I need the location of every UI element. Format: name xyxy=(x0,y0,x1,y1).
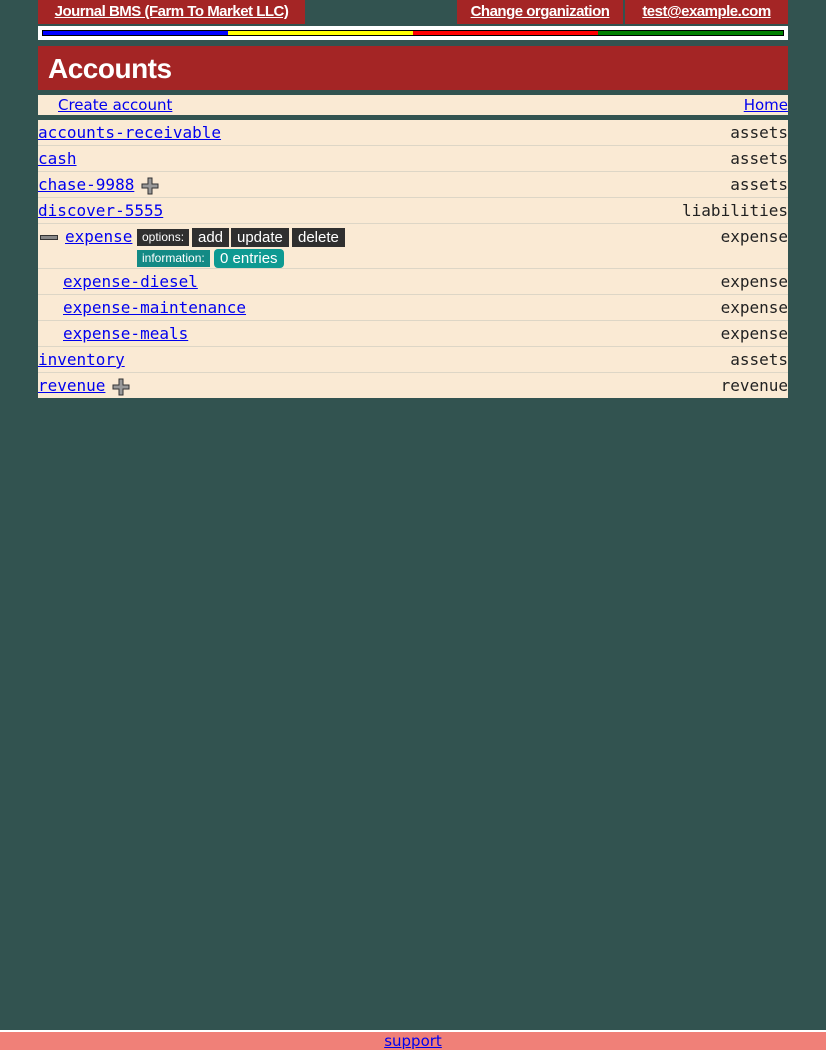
account-row: cash assets xyxy=(38,146,788,172)
expand-plus-icon[interactable] xyxy=(141,177,159,195)
accounts-list: accounts-receivable assets cash assets c… xyxy=(38,120,788,398)
top-bar: Journal BMS (Farm To Market LLC) Change … xyxy=(38,0,788,24)
home-link[interactable]: Home xyxy=(744,95,788,115)
account-row-expanded: expense options: add update delete infor… xyxy=(38,224,788,269)
color-stripe-inner xyxy=(42,30,784,36)
account-row: expense-maintenance expense xyxy=(38,295,788,321)
account-link[interactable]: revenue xyxy=(38,375,105,397)
delete-button[interactable]: delete xyxy=(292,228,345,247)
account-row: chase-9988 assets xyxy=(38,172,788,198)
create-account-link[interactable]: Create account xyxy=(58,95,172,115)
account-type: revenue xyxy=(720,376,788,395)
page-title: Accounts xyxy=(38,46,788,90)
collapse-minus-icon[interactable] xyxy=(40,235,58,240)
change-organization-link[interactable]: Change organization xyxy=(457,0,623,24)
update-button[interactable]: update xyxy=(231,228,289,247)
options-label: options: xyxy=(137,229,190,246)
add-button[interactable]: add xyxy=(192,228,230,247)
account-type: expense xyxy=(720,324,788,343)
account-type: assets xyxy=(730,123,788,142)
account-row: inventory assets xyxy=(38,347,788,373)
stripe-red xyxy=(413,31,598,35)
account-link[interactable]: cash xyxy=(38,148,77,170)
account-link[interactable]: expense-diesel xyxy=(63,271,198,293)
page-container: Journal BMS (Farm To Market LLC) Change … xyxy=(38,0,788,398)
account-type: expense xyxy=(720,298,788,317)
footer: support xyxy=(0,1030,826,1050)
account-row: expense-meals expense xyxy=(38,321,788,347)
stripe-blue xyxy=(43,31,228,35)
account-row: revenue revenue xyxy=(38,373,788,398)
account-type: expense xyxy=(720,272,788,291)
account-type: assets xyxy=(730,149,788,168)
account-link[interactable]: expense-maintenance xyxy=(63,297,246,319)
account-row: expense-diesel expense xyxy=(38,269,788,295)
entries-count-badge[interactable]: 0 entries xyxy=(214,249,284,268)
action-bar: Create account Home xyxy=(38,95,788,115)
account-row: accounts-receivable assets xyxy=(38,120,788,146)
expand-plus-icon[interactable] xyxy=(112,378,130,396)
account-link[interactable]: chase-9988 xyxy=(38,174,134,196)
stripe-yellow xyxy=(228,31,413,35)
support-link[interactable]: support xyxy=(384,1032,442,1050)
account-link[interactable]: expense xyxy=(65,226,132,248)
stripe-green xyxy=(598,31,783,35)
account-link[interactable]: discover-5555 xyxy=(38,200,163,222)
app-title-link[interactable]: Journal BMS (Farm To Market LLC) xyxy=(38,0,305,24)
account-row: discover-5555 liabilities xyxy=(38,198,788,224)
color-stripe xyxy=(38,26,788,40)
account-link[interactable]: inventory xyxy=(38,349,125,371)
account-link[interactable]: expense-meals xyxy=(63,323,188,345)
account-type: liabilities xyxy=(682,201,788,220)
user-email-link[interactable]: test@example.com xyxy=(625,0,788,24)
account-type: assets xyxy=(730,175,788,194)
account-link[interactable]: accounts-receivable xyxy=(38,122,221,144)
account-type: assets xyxy=(730,350,788,369)
information-label: information: xyxy=(137,250,210,267)
account-type: expense xyxy=(720,227,788,246)
